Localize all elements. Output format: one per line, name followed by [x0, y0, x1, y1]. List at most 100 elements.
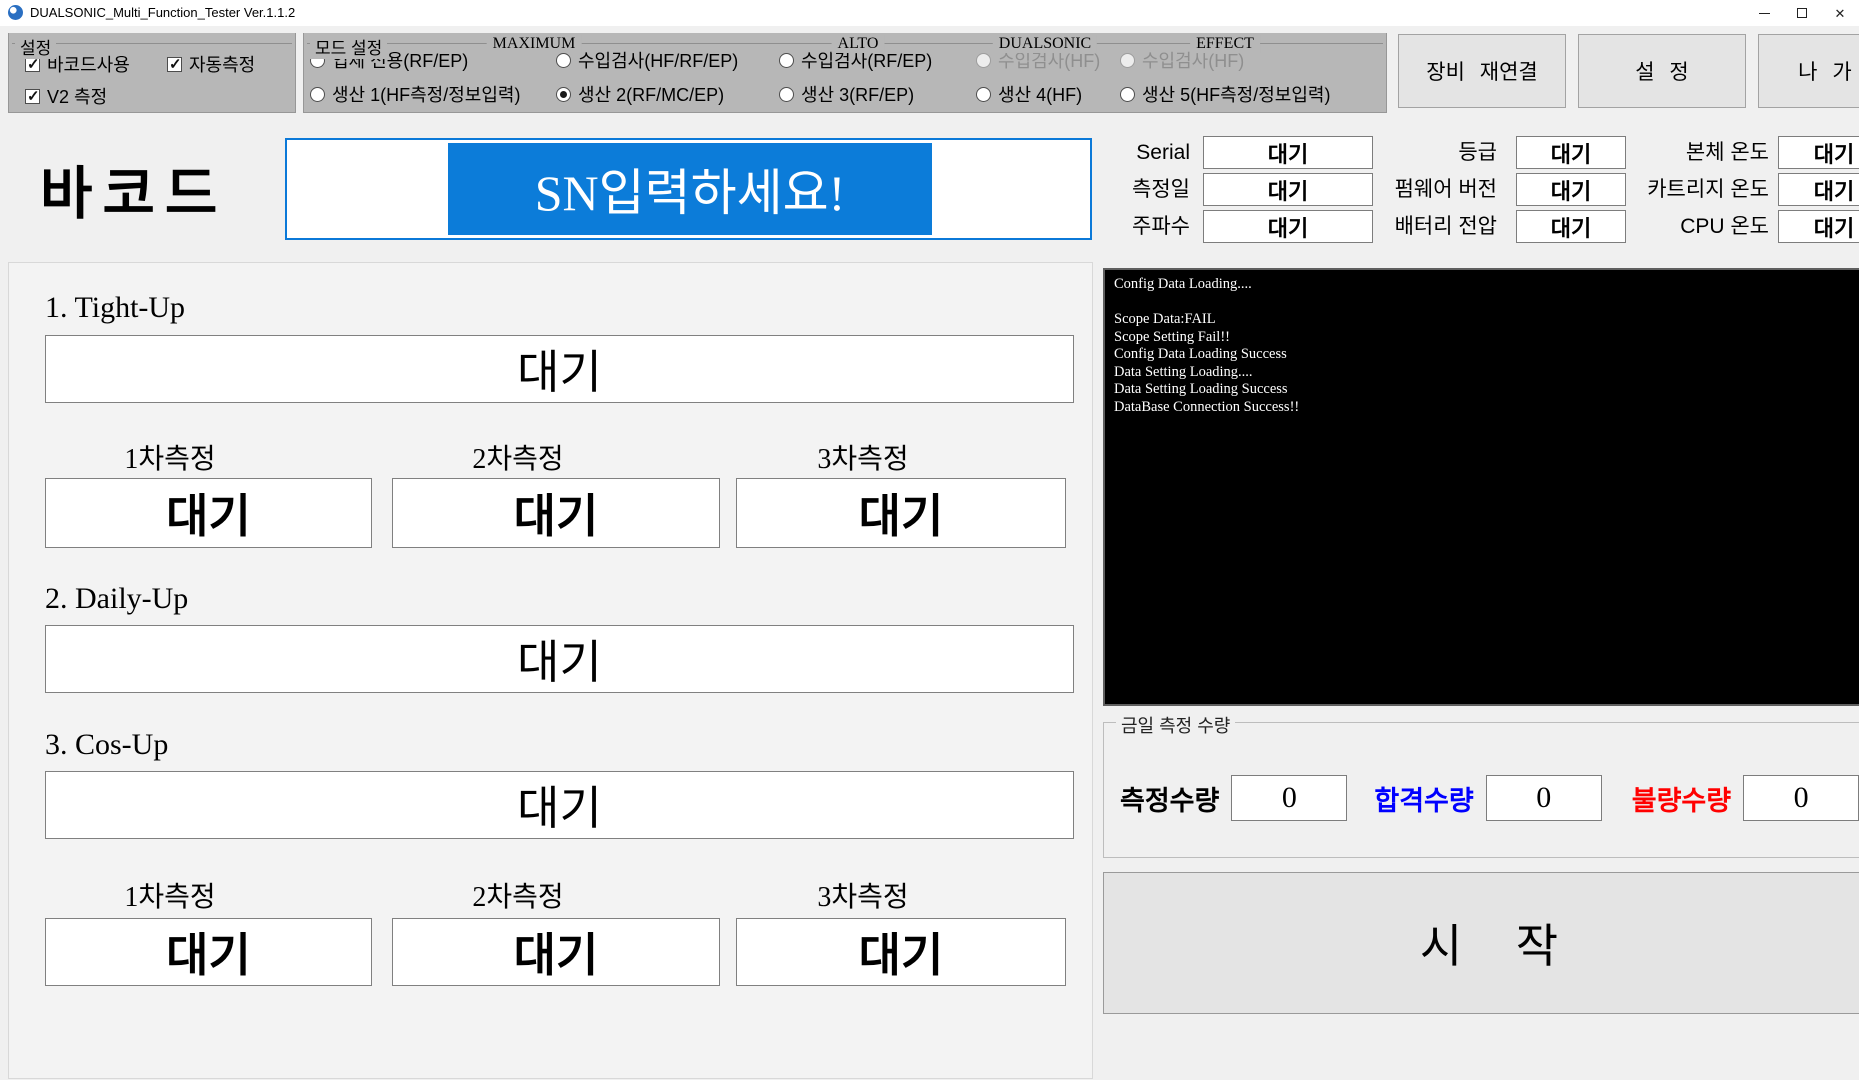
mode-group-title: 모드 설정 [310, 34, 387, 59]
minimize-button[interactable] [1745, 0, 1783, 26]
status-label-cartridge-temp: 카트리지 온도 [1599, 173, 1769, 206]
mode-column-dualsonic: 수입검사(HF) 생산 4(HF) [976, 47, 1100, 107]
minimize-icon [1759, 13, 1770, 14]
maximize-icon [1797, 8, 1807, 18]
radio-production-4[interactable]: 생산 4(HF) [976, 81, 1100, 107]
log-line: Config Data Loading.... [1114, 276, 1854, 294]
status-value-cpu-temp: 대기 [1778, 210, 1859, 243]
log-line: Config Data Loading Success [1114, 346, 1854, 364]
status-label-body-temp: 본체 온도 [1599, 136, 1769, 169]
daily-count-title: 금일 측정 수량 [1116, 712, 1235, 738]
measure-2-result-box: 대기 [392, 918, 720, 986]
log-line: Scope Data:FAIL [1114, 311, 1854, 329]
mode-column-maximum: 수입검사(HF/RF/EP) 생산 2(RF/MC/EP) [556, 47, 738, 107]
checkbox-v2-measure[interactable]: V2 측정 [25, 83, 107, 109]
section-title-cos-up: 3. Cos-Up [45, 728, 168, 762]
mode-header-effect: EFFECT [1190, 35, 1260, 53]
sub-label-measure-1: 1차측정 [70, 875, 270, 915]
radio-icon [976, 53, 991, 68]
status-label-cpu-temp: CPU 온도 [1599, 210, 1769, 243]
radio-icon [1120, 53, 1135, 68]
mode-header-dualsonic: DUALSONIC [993, 35, 1097, 53]
measure-2-result-box: 대기 [392, 478, 720, 548]
checkbox-label: 바코드사용 [47, 51, 130, 77]
sub-label-measure-2: 2차측정 [418, 437, 618, 477]
mode-header-alto: ALTO [832, 35, 885, 53]
measure-1-result-box: 대기 [45, 918, 372, 986]
sub-label-measure-3: 3차측정 [763, 875, 963, 915]
sub-label-measure-2: 2차측정 [418, 875, 618, 915]
radio-label: 생산 4(HF) [998, 81, 1082, 107]
status-value-cartridge-temp: 대기 [1778, 173, 1859, 206]
mode-header-maximum: MAXIMUM [487, 35, 582, 53]
radio-production-2[interactable]: 생산 2(RF/MC/EP) [556, 81, 738, 107]
radio-icon [556, 53, 571, 68]
log-line [1114, 294, 1854, 312]
status-label-battery-voltage: 배터리 전압 [1337, 210, 1497, 243]
daily-up-result-box: 대기 [45, 625, 1074, 693]
close-button[interactable]: ✕ [1821, 0, 1859, 26]
cos-up-result-box: 대기 [45, 771, 1074, 839]
measure-1-result-box: 대기 [45, 478, 372, 548]
status-label-measure-date: 측정일 [1060, 173, 1190, 206]
radio-label: 생산 3(RF/EP) [801, 81, 914, 107]
pass-count-value: 0 [1486, 775, 1602, 821]
status-label-grade: 등급 [1337, 136, 1497, 169]
radio-production-5[interactable]: 생산 5(HF측정/정보입력) [1120, 81, 1330, 107]
test-panel: 1. Tight-Up 대기 1차측정 2차측정 3차측정 대기 대기 대기 2… [8, 262, 1093, 1079]
measured-count-value: 0 [1231, 775, 1347, 821]
log-line: Data Setting Loading Success [1114, 381, 1854, 399]
sub-label-measure-1: 1차측정 [70, 437, 270, 477]
checkbox-auto-measure[interactable]: 자동측정 [167, 51, 255, 77]
radio-import-inspect-hf-rf-ep[interactable]: 수입검사(HF/RF/EP) [556, 47, 738, 73]
checkbox-icon [25, 89, 40, 104]
radio-icon [556, 87, 571, 102]
radio-production-3[interactable]: 생산 3(RF/EP) [779, 81, 932, 107]
section-title-daily-up: 2. Daily-Up [45, 582, 188, 616]
daily-count-group: 금일 측정 수량 측정수량 0 합격수량 0 불량수량 0 [1103, 722, 1859, 858]
window-title: DUALSONIC_Multi_Function_Tester Ver.1.1.… [30, 5, 295, 20]
section-title-tight-up: 1. Tight-Up [45, 291, 185, 325]
app-window: DUALSONIC_Multi_Function_Tester Ver.1.1.… [0, 0, 1859, 1080]
mode-column-alto: 수입검사(RF/EP) 생산 3(RF/EP) [779, 47, 932, 107]
status-label-serial: Serial [1060, 136, 1190, 169]
radio-label: 수입검사(HF/RF/EP) [578, 47, 738, 73]
radio-icon [1120, 87, 1135, 102]
radio-label: 생산 5(HF측정/정보입력) [1142, 81, 1330, 107]
barcode-label: 바코드 [40, 148, 227, 230]
barcode-input[interactable]: SN입력하세요! [285, 138, 1092, 240]
maximize-button[interactable] [1783, 0, 1821, 26]
radio-icon [976, 87, 991, 102]
status-label-frequency: 주파수 [1060, 210, 1190, 243]
mode-group: 모드 설정 MAXIMUM ALTO DUALSONIC EFFECT 업체 전… [303, 33, 1387, 113]
exit-button[interactable]: 나 가 기 [1758, 34, 1859, 108]
status-value-body-temp: 대기 [1778, 136, 1859, 169]
barcode-input-selected-text: SN입력하세요! [448, 143, 932, 235]
radio-icon [779, 53, 794, 68]
log-line: DataBase Connection Success!! [1114, 399, 1854, 417]
close-icon: ✕ [1835, 7, 1846, 20]
title-bar: DUALSONIC_Multi_Function_Tester Ver.1.1.… [0, 0, 1859, 26]
log-console: Config Data Loading.... Scope Data:FAIL … [1103, 268, 1859, 706]
app-icon [8, 5, 23, 20]
radio-label: 생산 1(HF측정/정보입력) [332, 81, 520, 107]
fail-count-value: 0 [1743, 775, 1859, 821]
settings-group-title: 설정 [15, 34, 56, 59]
settings-button[interactable]: 설 정 [1578, 34, 1746, 108]
radio-icon [310, 87, 325, 102]
checkbox-label: V2 측정 [47, 83, 107, 109]
status-label-firmware-version: 펌웨어 버전 [1337, 173, 1497, 206]
checkbox-icon [167, 57, 182, 72]
checkbox-label: 자동측정 [189, 51, 255, 77]
window-controls: ✕ [1745, 0, 1859, 26]
radio-production-1[interactable]: 생산 1(HF측정/정보입력) [310, 81, 520, 107]
reconnect-device-button[interactable]: 장비 재연결 [1398, 34, 1566, 108]
pass-count-label: 합격수량 [1374, 779, 1473, 818]
mode-column-effect: 수입검사(HF) 생산 5(HF측정/정보입력) [1120, 47, 1330, 107]
daily-count-row: 측정수량 0 합격수량 0 불량수량 0 [1120, 775, 1859, 821]
log-line: Data Setting Loading.... [1114, 364, 1854, 382]
measure-3-result-box: 대기 [736, 478, 1066, 548]
radio-icon [779, 87, 794, 102]
start-button[interactable]: 시 작 [1103, 872, 1859, 1014]
measure-3-result-box: 대기 [736, 918, 1066, 986]
